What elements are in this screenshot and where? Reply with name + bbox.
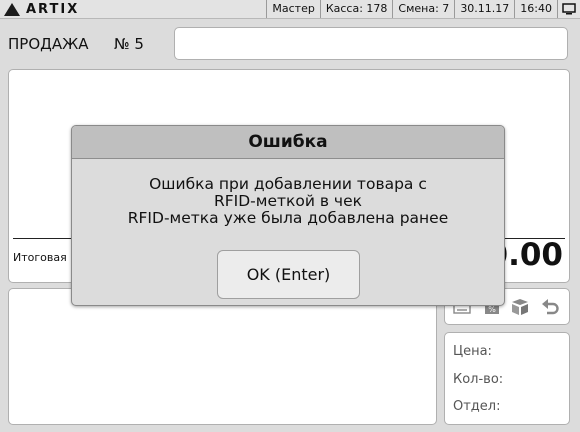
barcode-input[interactable]	[174, 27, 568, 60]
time-label: 16:40	[514, 0, 557, 18]
dialog-title: Ошибка	[72, 126, 504, 159]
svg-text:%: %	[488, 305, 496, 314]
item-info-panel: Цена: Кол-во: Отдел:	[444, 332, 570, 425]
price-label: Цена:	[453, 344, 492, 359]
sale-title: ПРОДАЖА	[8, 35, 89, 53]
error-dialog: Ошибка Ошибка при добавлении товара с RF…	[71, 125, 505, 306]
date-label: 30.11.17	[454, 0, 514, 18]
message-line-3: RFID-метка уже была добавлена ранее	[127, 209, 449, 227]
message-line-1: Ошибка при добавлении товара с	[149, 175, 427, 193]
boxes-icon[interactable]	[509, 296, 531, 318]
receipt-number: № 5	[114, 35, 144, 53]
status-bar: ARTIX Мастер Касса: 178 Смена: 7 30.11.1…	[0, 0, 580, 19]
brand-name: ARTIX	[26, 1, 80, 17]
dialog-message: Ошибка при добавлении товара с RFID-метк…	[72, 176, 504, 227]
monitor-icon[interactable]	[557, 0, 580, 18]
logo-triangle-icon	[4, 2, 20, 16]
user-label: Мастер	[266, 0, 319, 18]
department-label: Отдел:	[453, 399, 501, 414]
ok-button[interactable]: OK (Enter)	[217, 250, 360, 299]
shift-label: Смена: 7	[392, 0, 454, 18]
message-line-2: RFID-меткой в чек	[213, 192, 362, 210]
items-panel	[8, 288, 437, 425]
register-label: Касса: 178	[319, 0, 393, 18]
quantity-label: Кол-во:	[453, 372, 504, 387]
artix-logo: ARTIX	[4, 1, 79, 17]
status-cells: Мастер Касса: 178 Смена: 7 30.11.17 16:4…	[266, 0, 580, 18]
total-label: Итоговая	[13, 251, 67, 264]
undo-icon[interactable]	[539, 296, 561, 318]
